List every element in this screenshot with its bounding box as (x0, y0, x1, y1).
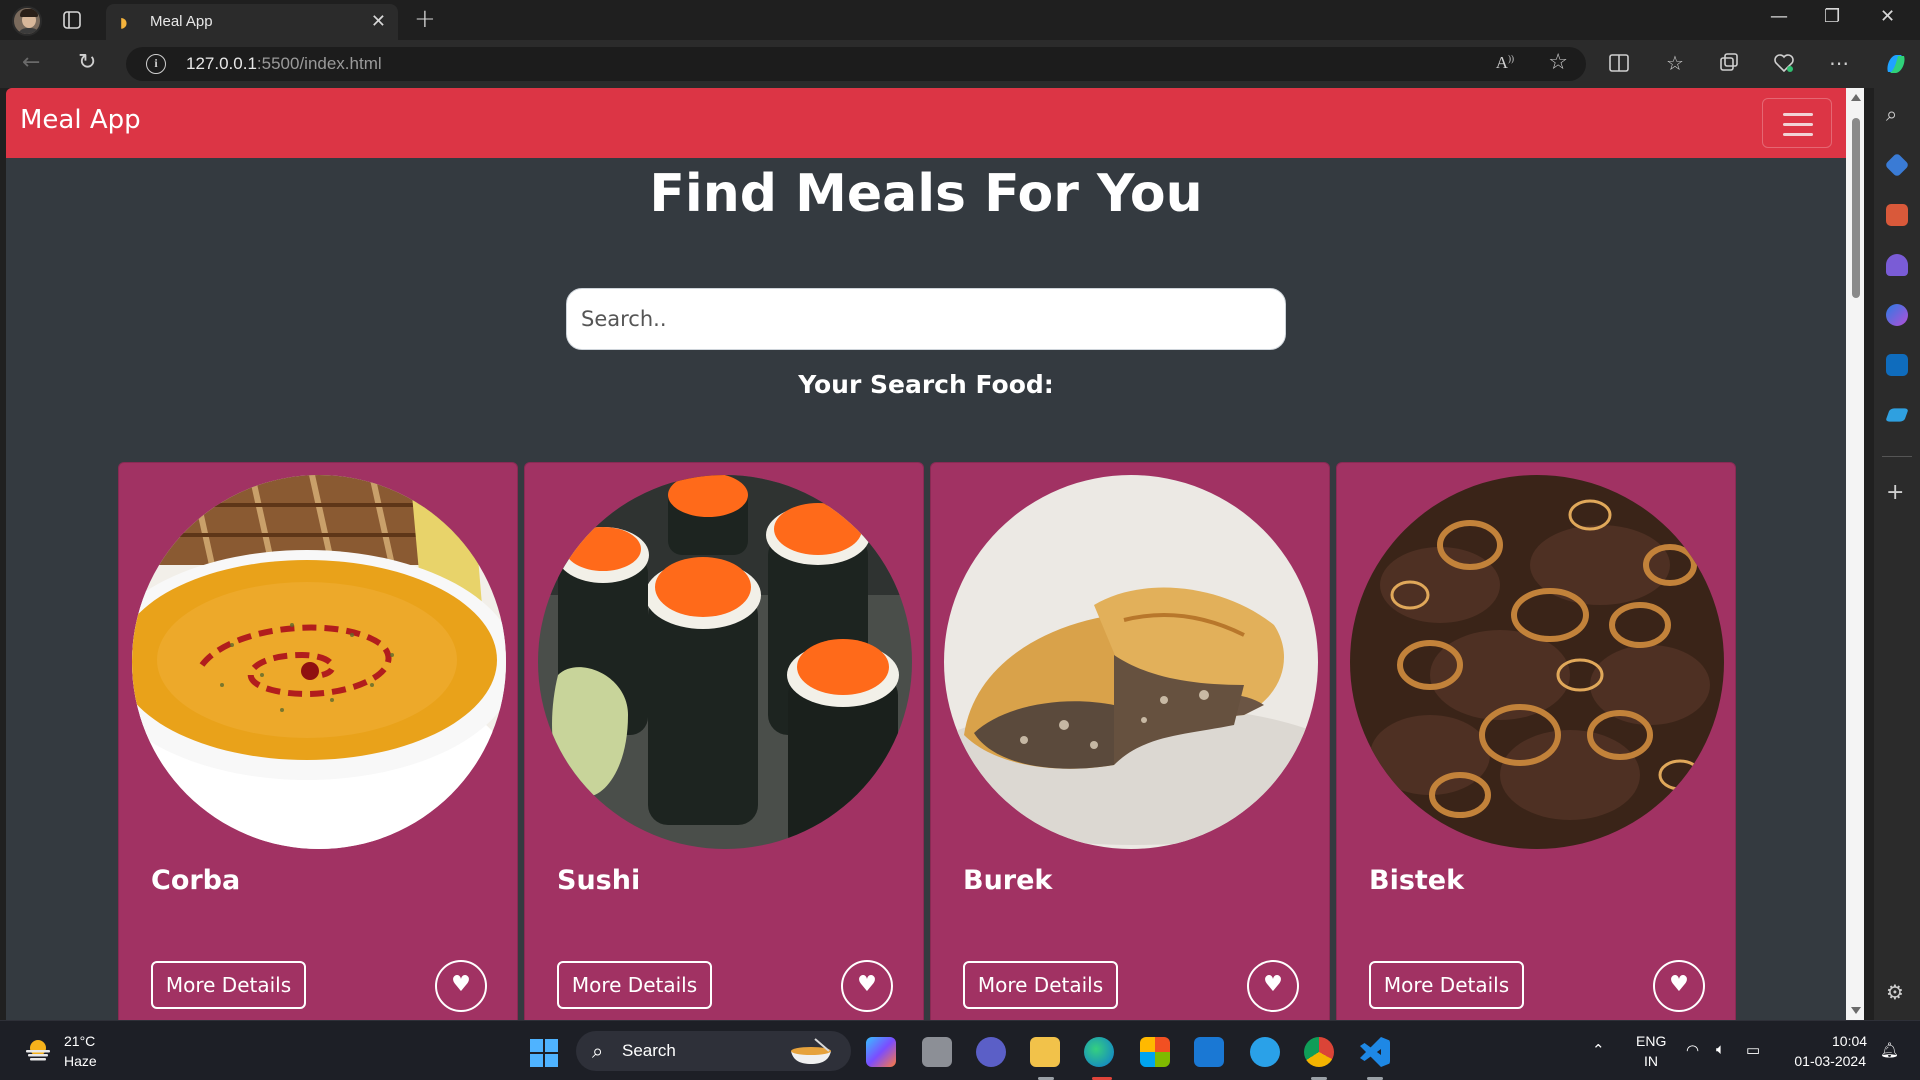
scroll-up-icon[interactable] (1851, 94, 1861, 101)
split-screen-icon[interactable] (1608, 52, 1630, 74)
search-highlight-icon (791, 1038, 831, 1064)
meal-name: Sushi (557, 865, 641, 896)
search-icon: ⌕ (592, 1039, 604, 1063)
page-scrollbar[interactable] (1846, 88, 1864, 1020)
clock-date[interactable]: 01-03-2024 (1786, 1053, 1866, 1069)
sidebar-divider (1882, 456, 1912, 457)
meal-name: Bistek (1369, 865, 1465, 896)
task-view-icon[interactable] (922, 1037, 952, 1067)
more-details-button[interactable]: More Details (151, 961, 306, 1009)
meal-card: Sushi More Details ♥ (524, 462, 924, 1020)
copilot-app-icon[interactable] (866, 1037, 896, 1067)
scrollbar-thumb[interactable] (1852, 118, 1860, 298)
microsoft-store-icon[interactable] (1140, 1037, 1170, 1067)
tab-actions-icon[interactable] (62, 10, 82, 30)
meal-image-burek (944, 475, 1318, 849)
minimize-icon[interactable]: — (1770, 6, 1788, 27)
taskbar-search-label: Search (622, 1041, 676, 1060)
address-toolbar: ← ↻ i 127.0.0.1:5500/index.html A)) ☆ ☆ … (0, 40, 1920, 88)
edge-browser-icon[interactable] (1084, 1037, 1114, 1067)
address-bar[interactable]: i 127.0.0.1:5500/index.html A)) ☆ (126, 47, 1586, 81)
sidebar-add-icon[interactable]: + (1886, 482, 1908, 504)
sidebar-search-icon[interactable]: ⌕ (1886, 102, 1908, 126)
edge-sidebar: ⌕ + ⚙ (1874, 88, 1920, 1020)
taskbar: 21°C Haze ⌕ Search ⌃ ENG IN ◠ 🔈︎ ▭ 10:04… (0, 1020, 1920, 1080)
close-window-icon[interactable]: ✕ (1880, 6, 1895, 27)
more-details-button[interactable]: More Details (963, 961, 1118, 1009)
meal-card: Corba More Details ♥ (118, 462, 518, 1020)
clock-time[interactable]: 10:04 (1832, 1033, 1867, 1049)
meal-cards: Corba More Details ♥ Sushi More Details … (118, 462, 1738, 1020)
battery-icon[interactable]: ▭ (1746, 1041, 1760, 1059)
favorite-heart-icon[interactable]: ♥ (841, 960, 893, 1012)
browser-essentials-icon[interactable] (1773, 52, 1795, 74)
copilot-icon[interactable] (1882, 50, 1910, 78)
favorites-icon[interactable]: ☆ (1664, 52, 1686, 74)
more-details-button[interactable]: More Details (557, 961, 712, 1009)
sidebar-copilot-icon[interactable] (1886, 304, 1908, 326)
scroll-down-icon[interactable] (1851, 1007, 1861, 1014)
more-options-icon[interactable]: ⋯ (1828, 52, 1850, 74)
refresh-icon[interactable]: ↻ (78, 50, 96, 75)
site-info-icon[interactable]: i (146, 54, 166, 74)
meal-name: Burek (963, 865, 1053, 896)
haze-weather-icon[interactable] (24, 1037, 52, 1061)
more-details-button[interactable]: More Details (1369, 961, 1524, 1009)
restore-icon[interactable]: ❐ (1824, 6, 1840, 27)
sidebar-settings-icon[interactable]: ⚙ (1886, 980, 1908, 1004)
show-hidden-icons-icon[interactable]: ⌃ (1592, 1041, 1605, 1059)
read-aloud-icon[interactable]: A)) (1496, 53, 1514, 73)
meal-card: Burek More Details ♥ (930, 462, 1330, 1020)
vscode-icon[interactable] (1360, 1037, 1390, 1067)
taskbar-search[interactable]: ⌕ Search (576, 1031, 851, 1071)
page-title: Find Meals For You (649, 164, 1203, 224)
profile-avatar[interactable] (12, 6, 42, 36)
meal-image-soup (132, 475, 506, 849)
notification-bell-icon[interactable]: 🔔︎ (1880, 1041, 1899, 1059)
page-viewport: Meal App Find Meals For You Your Search … (6, 88, 1846, 1020)
weather-temperature: 21°C (64, 1033, 96, 1049)
tab-title: Meal App (150, 13, 213, 30)
close-tab-icon[interactable]: ✕ (371, 11, 386, 32)
favorite-heart-icon[interactable]: ♥ (1653, 960, 1705, 1012)
favorite-heart-icon[interactable]: ♥ (435, 960, 487, 1012)
tab-strip: ◗ Meal App ✕ + — ❐ ✕ (0, 0, 1920, 40)
weather-condition: Haze (64, 1053, 97, 1069)
meal-image-bistek (1350, 475, 1724, 849)
tab-favicon-icon: ◗ (120, 15, 128, 31)
favorite-heart-icon[interactable]: ♥ (1247, 960, 1299, 1012)
navbar: Meal App (6, 88, 1846, 158)
myhp-app-icon[interactable] (1194, 1037, 1224, 1067)
navbar-toggler-button[interactable] (1762, 98, 1832, 148)
url-text: 127.0.0.1:5500/index.html (186, 54, 382, 73)
meal-image-sushi (538, 475, 912, 849)
back-icon[interactable]: ← (22, 50, 40, 75)
windows-start-icon[interactable] (530, 1039, 558, 1067)
sidebar-drop-icon[interactable] (1885, 408, 1909, 422)
sidebar-shopping-icon[interactable] (1884, 152, 1910, 178)
brand-logo[interactable]: Meal App (20, 105, 141, 135)
help-app-icon[interactable] (1250, 1037, 1280, 1067)
sidebar-outlook-icon[interactable] (1886, 354, 1908, 376)
sidebar-games-icon[interactable] (1886, 254, 1908, 276)
browser-tab[interactable]: ◗ Meal App ✕ (106, 4, 398, 40)
teams-chat-icon[interactable] (976, 1037, 1006, 1067)
collections-icon[interactable] (1718, 52, 1740, 74)
search-input[interactable] (566, 288, 1286, 350)
input-language-bottom[interactable]: IN (1644, 1053, 1658, 1069)
file-explorer-icon[interactable] (1030, 1037, 1060, 1067)
sidebar-tools-icon[interactable] (1886, 204, 1908, 226)
new-tab-icon[interactable]: + (414, 4, 436, 34)
meal-card: Bistek More Details ♥ (1336, 462, 1736, 1020)
wifi-icon[interactable]: ◠ (1686, 1041, 1699, 1059)
chrome-browser-icon[interactable] (1304, 1037, 1334, 1067)
volume-icon[interactable]: 🔈︎ (1716, 1041, 1725, 1058)
search-results-heading: Your Search Food: (798, 370, 1054, 399)
favorite-star-icon[interactable]: ☆ (1548, 50, 1568, 75)
meal-name: Corba (151, 865, 241, 896)
input-language-top[interactable]: ENG (1636, 1033, 1666, 1049)
